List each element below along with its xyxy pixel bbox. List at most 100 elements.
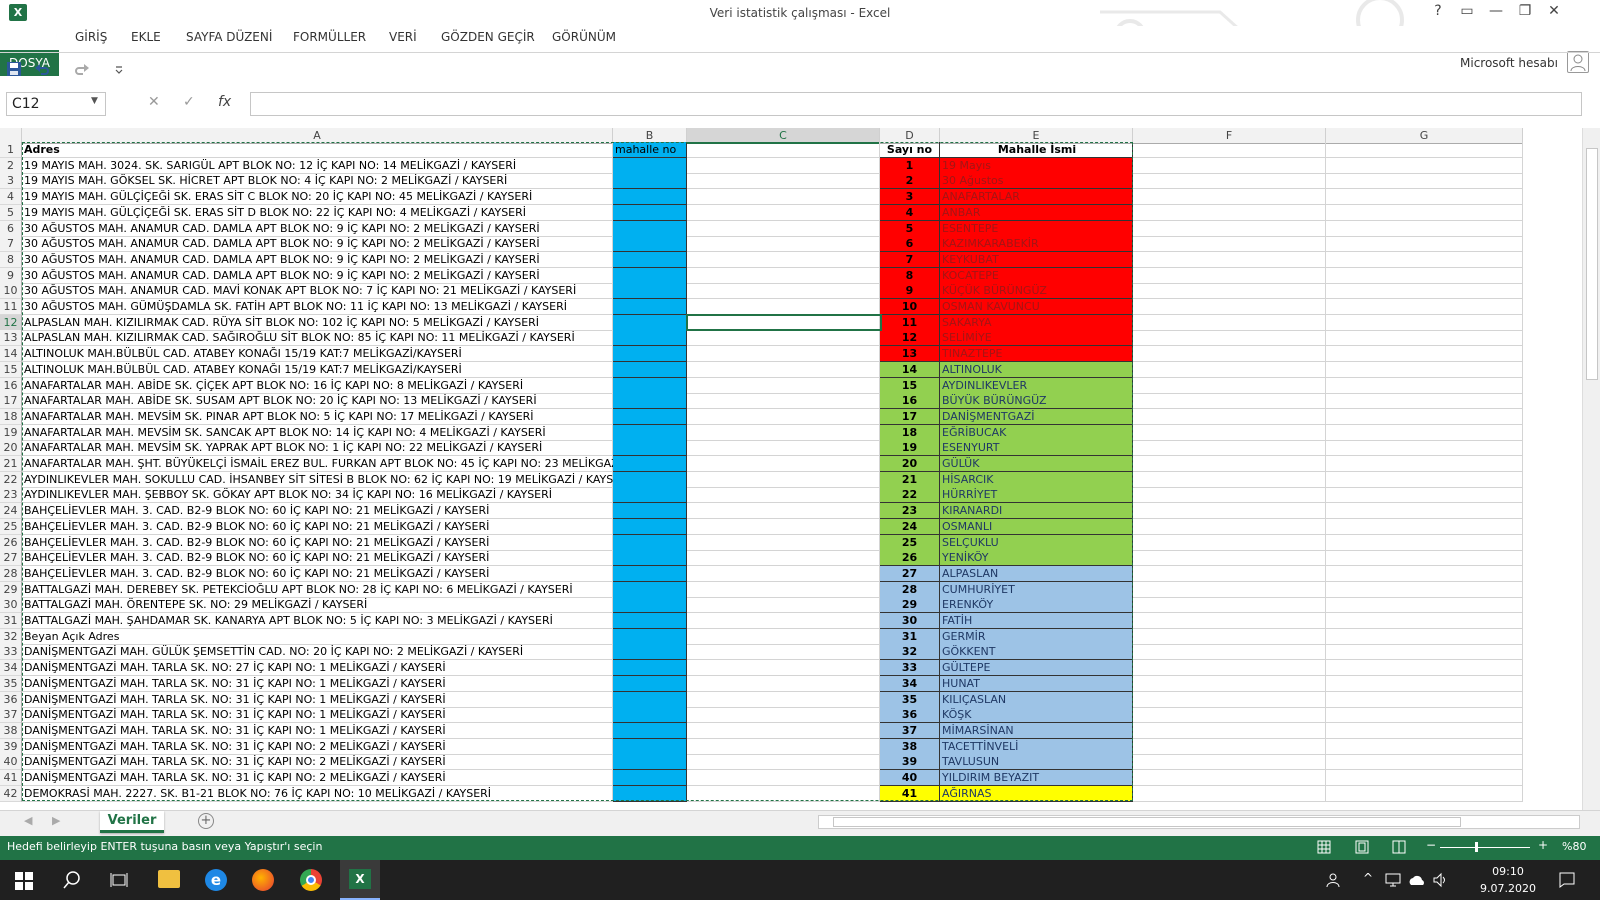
cell-d[interactable]: 33 bbox=[880, 660, 940, 677]
cell-c[interactable] bbox=[687, 204, 880, 221]
cell-e[interactable]: BÜYÜK BÜRÜNGÜZ bbox=[940, 393, 1133, 410]
cell-d[interactable]: 1 bbox=[880, 157, 940, 174]
cell-e[interactable]: SELİMİYE bbox=[940, 330, 1133, 347]
cell-f[interactable] bbox=[1133, 330, 1326, 347]
cell-e[interactable]: ANBAR bbox=[940, 204, 1133, 221]
cell-g[interactable] bbox=[1326, 550, 1523, 567]
cell-f[interactable] bbox=[1133, 770, 1326, 786]
cell-a[interactable]: 30 AĞUSTOS MAH. ANAMUR CAD. DAMLA APT BL… bbox=[22, 267, 613, 284]
cell-f[interactable] bbox=[1133, 722, 1326, 739]
cell-f[interactable] bbox=[1133, 173, 1326, 190]
cell-e[interactable]: AĞIRNAS bbox=[940, 785, 1133, 802]
cell-f[interactable] bbox=[1133, 142, 1326, 158]
row-header[interactable]: 2 bbox=[0, 157, 22, 174]
row-header[interactable]: 12 bbox=[0, 314, 22, 331]
row-header[interactable]: 8 bbox=[0, 251, 22, 268]
cell-b[interactable] bbox=[613, 267, 687, 284]
cell-f[interactable] bbox=[1133, 189, 1326, 206]
cell-e[interactable]: ALPASLAN bbox=[940, 565, 1133, 582]
enter-icon[interactable]: ✓ bbox=[183, 94, 195, 110]
cell-f[interactable] bbox=[1133, 408, 1326, 425]
row-header[interactable]: 25 bbox=[0, 518, 22, 535]
avatar[interactable] bbox=[1567, 51, 1589, 73]
cell-c[interactable] bbox=[687, 236, 880, 253]
cell-d[interactable]: 24 bbox=[880, 518, 940, 535]
cell-g[interactable] bbox=[1326, 377, 1523, 394]
row-header[interactable]: 31 bbox=[0, 613, 22, 629]
tab-formulas[interactable]: FORMÜLLER bbox=[293, 30, 366, 44]
row-header[interactable]: 20 bbox=[0, 440, 22, 457]
cell-e[interactable]: KÜÇÜK BÜRÜNGÜZ bbox=[940, 283, 1133, 300]
cell-g[interactable] bbox=[1326, 534, 1523, 551]
cell-d[interactable]: 2 bbox=[880, 173, 940, 190]
cell-c[interactable] bbox=[687, 628, 880, 645]
cell-e[interactable]: GÖKKENT bbox=[940, 644, 1133, 661]
cell-e[interactable]: ALTINOLUK bbox=[940, 361, 1133, 378]
cell-b[interactable] bbox=[613, 691, 687, 708]
cell-e[interactable]: DANİŞMENTGAZİ bbox=[940, 408, 1133, 425]
zoom-in-icon[interactable]: + bbox=[1538, 838, 1548, 852]
cell-a[interactable]: DANİŞMENTGAZİ MAH. TARLA SK. NO: 31 İÇ K… bbox=[22, 722, 613, 739]
row-header[interactable]: 1 bbox=[0, 142, 22, 158]
cell-d[interactable]: 26 bbox=[880, 550, 940, 567]
cell-e[interactable]: SAKARYA bbox=[940, 314, 1133, 331]
page-break-view-icon[interactable] bbox=[1392, 840, 1406, 854]
cell-c[interactable] bbox=[687, 565, 880, 582]
cell-d[interactable]: 17 bbox=[880, 408, 940, 425]
row-header[interactable]: 15 bbox=[0, 361, 22, 378]
cell-d[interactable]: 8 bbox=[880, 267, 940, 284]
row-header[interactable]: 41 bbox=[0, 770, 22, 786]
cell-g[interactable] bbox=[1326, 299, 1523, 315]
cell-d[interactable]: 11 bbox=[880, 314, 940, 331]
cell-c[interactable] bbox=[687, 330, 880, 347]
people-icon[interactable] bbox=[1326, 872, 1342, 888]
cell-d[interactable]: 20 bbox=[880, 456, 940, 472]
cell-g[interactable] bbox=[1326, 660, 1523, 677]
cell-b[interactable] bbox=[613, 785, 687, 802]
cell-a[interactable]: ALPASLAN MAH. KIZILIRMAK CAD. RÜYA SİT B… bbox=[22, 314, 613, 331]
cell-a[interactable]: 19 MAYIS MAH. GÜLÇİÇEĞİ SK. ERAS SİT D B… bbox=[22, 204, 613, 221]
cell-a[interactable]: ANAFARTALAR MAH. MEVSİM SK. SANCAK APT B… bbox=[22, 424, 613, 441]
row-header[interactable]: 23 bbox=[0, 487, 22, 504]
cell-e[interactable]: ESENYURT bbox=[940, 440, 1133, 457]
cell-g[interactable] bbox=[1326, 644, 1523, 661]
row-header[interactable]: 37 bbox=[0, 707, 22, 724]
close-icon[interactable]: ✕ bbox=[1543, 3, 1565, 19]
notifications-icon[interactable] bbox=[1558, 871, 1576, 889]
cell-a[interactable]: DANİŞMENTGAZİ MAH. TARLA SK. NO: 31 İÇ K… bbox=[22, 738, 613, 755]
cell-e[interactable]: YILDIRIM BEYAZIT bbox=[940, 770, 1133, 786]
cell-b[interactable] bbox=[613, 408, 687, 425]
cell-e[interactable]: OSMANLI bbox=[940, 518, 1133, 535]
cell-e[interactable]: YENİKÖY bbox=[940, 550, 1133, 567]
row-header[interactable]: 9 bbox=[0, 267, 22, 284]
row-header[interactable]: 30 bbox=[0, 597, 22, 614]
row-header[interactable]: 4 bbox=[0, 189, 22, 206]
cell-d[interactable]: 9 bbox=[880, 283, 940, 300]
cell-g[interactable] bbox=[1326, 157, 1523, 174]
cell-c[interactable] bbox=[687, 770, 880, 786]
zoom-out-icon[interactable]: − bbox=[1426, 838, 1436, 852]
cell-e[interactable]: ANAFARTALAR bbox=[940, 189, 1133, 206]
cell-d[interactable]: 35 bbox=[880, 691, 940, 708]
cell-c[interactable] bbox=[687, 660, 880, 677]
cell-a[interactable]: 19 MAYIS MAH. GÖKSEL SK. HİCRET APT BLOK… bbox=[22, 173, 613, 190]
cell-c[interactable] bbox=[687, 283, 880, 300]
cell-f[interactable] bbox=[1133, 487, 1326, 504]
search-icon[interactable] bbox=[63, 871, 81, 889]
cell-c[interactable] bbox=[687, 299, 880, 315]
cell-f[interactable] bbox=[1133, 565, 1326, 582]
cell-e[interactable]: GÜLTEPE bbox=[940, 660, 1133, 677]
cell-b[interactable] bbox=[613, 377, 687, 394]
cell-g[interactable] bbox=[1326, 487, 1523, 504]
cell-g[interactable] bbox=[1326, 283, 1523, 300]
cell-d[interactable]: 5 bbox=[880, 220, 940, 237]
cell-b[interactable] bbox=[613, 550, 687, 567]
cell-a[interactable]: 19 MAYIS MAH. 3024. SK. SARIGÜL APT BLOK… bbox=[22, 157, 613, 174]
sheet-prev-icon[interactable]: ◀ bbox=[24, 814, 32, 827]
cell-b[interactable] bbox=[613, 770, 687, 786]
cell-f[interactable] bbox=[1133, 267, 1326, 284]
cell-b[interactable] bbox=[613, 251, 687, 268]
cell-a[interactable]: BAHÇELİEVLER MAH. 3. CAD. B2-9 BLOK NO: … bbox=[22, 518, 613, 535]
cell-f[interactable] bbox=[1133, 361, 1326, 378]
cell-d[interactable]: 36 bbox=[880, 707, 940, 724]
